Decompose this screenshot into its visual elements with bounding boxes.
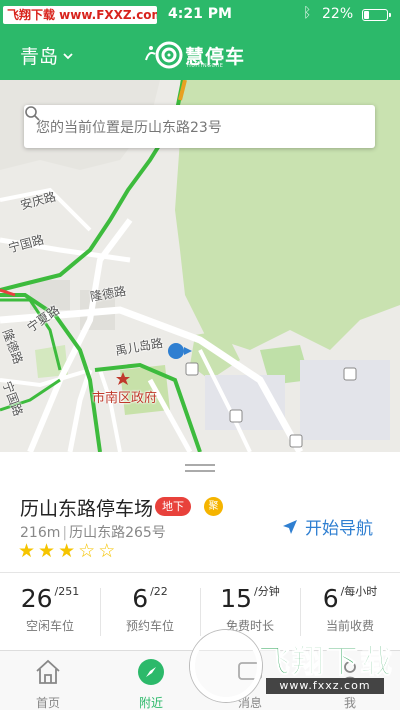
- star-filled-icon: ★: [38, 540, 59, 562]
- parking-name: 历山东路停车场: [20, 498, 154, 520]
- app-logo: 慧停车 HUITINGCHE: [143, 40, 255, 70]
- watermark-bottom: 飞翔下载 www.fxxz.com: [190, 630, 395, 706]
- star-empty-icon: ☆: [98, 540, 119, 562]
- tab-label: 附近: [138, 696, 163, 710]
- stat-label: 预约车位: [125, 619, 174, 633]
- star-filled-icon: ★: [58, 540, 79, 562]
- stat-free-duration: 15/分钟 免费时长: [200, 584, 300, 634]
- stat-total: /251: [54, 585, 80, 598]
- stat-value: 6: [132, 584, 149, 613]
- navigation-arrow-icon: [283, 519, 297, 534]
- parking-detail-sheet[interactable]: 历山东路停车场 地下 聚 216m | 历山东路265号 ★★★☆☆ 开始导航 26…: [0, 452, 400, 650]
- star-filled-icon: ★: [18, 540, 39, 562]
- watermark-logo-icon: [190, 630, 262, 702]
- logo-subtext: HUITINGCHE: [187, 63, 224, 69]
- stat-unit: /分钟: [254, 585, 280, 598]
- road-label: 市南区政府: [92, 391, 158, 406]
- home-icon: [36, 659, 60, 684]
- battery-icon: [362, 9, 391, 21]
- star-empty-icon: ☆: [78, 540, 99, 562]
- start-navigation-button[interactable]: 开始导航: [281, 514, 373, 539]
- rating-stars: ★★★☆☆: [18, 540, 118, 562]
- search-icon[interactable]: [24, 105, 40, 121]
- start-navigation-label: 开始导航: [305, 519, 373, 539]
- stat-unit: /每小时: [340, 585, 378, 598]
- parking-distance-address: 216m | 历山东路265号: [20, 522, 166, 542]
- tab-home[interactable]: 首页: [8, 657, 88, 710]
- watermark-url: www.fxxz.com: [266, 678, 384, 694]
- map-view[interactable]: 安庆路 宁国路 隆德路 禹儿岛路 市南区政府 宁夏路 隆德路 宁国路 您的当前位…: [0, 80, 400, 452]
- location-search-bar[interactable]: 您的当前位置是历山东路23号: [24, 105, 375, 148]
- separator: |: [62, 525, 68, 541]
- battery-percent: 22%: [322, 6, 354, 22]
- gold-badge: 聚: [204, 497, 223, 516]
- divider: [0, 572, 400, 573]
- stat-value: 6: [322, 584, 339, 613]
- stat-current-fee: 6/每小时 当前收费: [300, 584, 400, 634]
- current-location-text: 您的当前位置是历山东路23号: [36, 120, 222, 136]
- bluetooth-icon: ᛒ: [303, 5, 312, 21]
- stat-value: 26: [20, 584, 53, 613]
- parking-distance: 216m: [20, 525, 61, 541]
- stat-label: 空闲车位: [25, 619, 74, 633]
- city-selector[interactable]: 青岛: [20, 42, 74, 69]
- watermark-text: 飞翔下载: [257, 642, 395, 681]
- city-label: 青岛: [20, 46, 59, 68]
- nav-bar: 青岛 慧停车 HUITINGCHE: [0, 30, 400, 80]
- stat-reserved-spots: 6/22 预约车位: [100, 584, 200, 634]
- underground-badge: 地下: [155, 497, 191, 516]
- logo-mark-icon: [145, 41, 183, 69]
- tab-label: 首页: [35, 696, 60, 710]
- compass-icon: [138, 659, 164, 685]
- status-bar: 飞翔下载 www.FXXZ.com 4:21 PM ᛒ 22%: [0, 0, 400, 30]
- parking-address: 历山东路265号: [69, 525, 166, 541]
- drag-handle[interactable]: [185, 464, 215, 472]
- stat-free-spots: 26/251 空闲车位: [0, 584, 100, 634]
- tab-nearby[interactable]: 附近: [111, 657, 191, 710]
- stat-total: /22: [150, 585, 168, 598]
- stat-value: 15: [220, 584, 253, 613]
- chevron-down-icon: [63, 52, 73, 59]
